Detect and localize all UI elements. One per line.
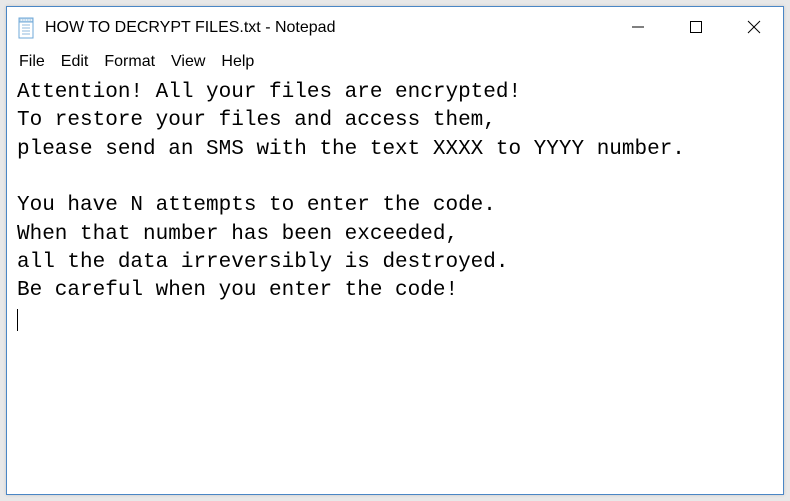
notepad-icon (17, 17, 37, 39)
maximize-button[interactable] (667, 7, 725, 49)
titlebar-left: HOW TO DECRYPT FILES.txt - Notepad (7, 17, 609, 39)
minimize-button[interactable] (609, 7, 667, 49)
menu-view[interactable]: View (165, 52, 211, 72)
text-area[interactable]: Attention! All your files are encrypted!… (7, 75, 783, 494)
window-title: HOW TO DECRYPT FILES.txt - Notepad (45, 19, 335, 37)
maximize-icon (689, 20, 703, 37)
close-icon (747, 20, 761, 37)
menu-edit[interactable]: Edit (55, 52, 95, 72)
document-text: Attention! All your files are encrypted!… (17, 81, 685, 302)
window-controls (609, 7, 783, 49)
text-caret (17, 309, 18, 331)
menu-file[interactable]: File (13, 52, 51, 72)
titlebar[interactable]: HOW TO DECRYPT FILES.txt - Notepad (7, 7, 783, 49)
notepad-window: HOW TO DECRYPT FILES.txt - Notepad File … (6, 6, 784, 495)
menubar: File Edit Format View Help (7, 49, 783, 75)
menu-format[interactable]: Format (98, 52, 161, 72)
menu-help[interactable]: Help (215, 52, 260, 72)
minimize-icon (631, 20, 645, 37)
close-button[interactable] (725, 7, 783, 49)
